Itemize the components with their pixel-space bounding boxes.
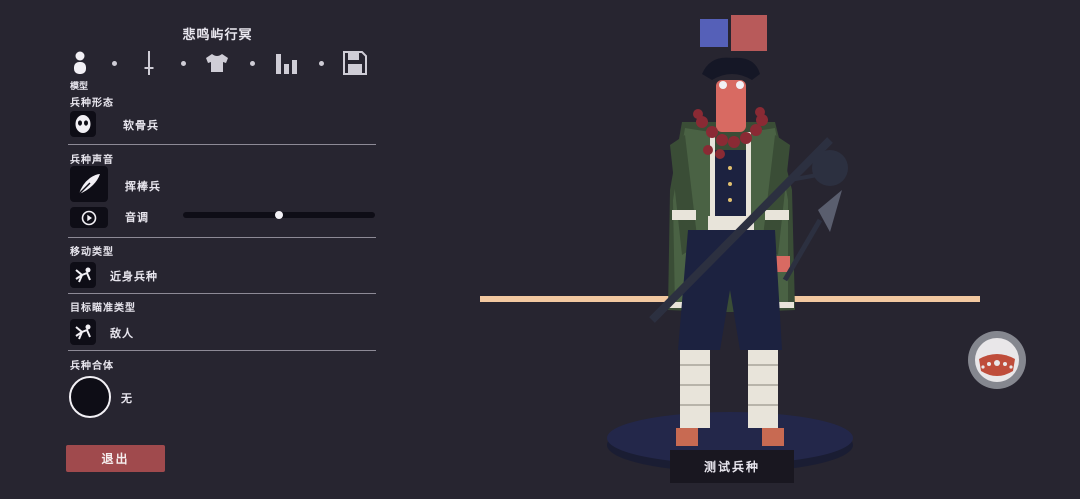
team-blue-swatch[interactable] [700, 19, 728, 47]
combine-value: 无 [121, 392, 133, 405]
unit-voice-value: 挥棒兵 [125, 180, 161, 193]
tab-separator [181, 61, 186, 66]
sword-icon[interactable] [137, 50, 161, 76]
section-title-unit-voice: 兵种声音 [70, 155, 114, 166]
person-icon[interactable] [68, 50, 92, 76]
shirt-icon[interactable] [205, 50, 229, 76]
save-icon[interactable] [343, 50, 367, 76]
target-enemy-icon[interactable] [70, 319, 96, 345]
tab-separator [319, 61, 324, 66]
mascot-icon [975, 338, 1019, 382]
section-divider [68, 144, 376, 145]
floating-assistant-badge[interactable] [968, 331, 1026, 389]
movement-value: 近身兵种 [110, 270, 158, 283]
combine-slot[interactable] [69, 376, 111, 418]
tab-label-model: 模型 [70, 82, 89, 92]
targeting-value: 敌人 [110, 327, 134, 340]
play-sound-button[interactable] [70, 207, 108, 228]
section-divider [68, 293, 376, 294]
section-title-combine: 兵种合体 [70, 361, 114, 372]
bar-chart-icon[interactable] [275, 50, 299, 76]
section-title-movement: 移动类型 [70, 247, 114, 258]
team-red-swatch[interactable] [731, 15, 767, 51]
section-divider [68, 237, 376, 238]
feather-icon[interactable] [70, 166, 108, 202]
unit-form-value: 软骨兵 [123, 119, 159, 132]
play-icon [81, 210, 97, 225]
unit-name: 悲鸣屿行冥 [182, 28, 253, 43]
exit-button[interactable]: 退出 [66, 445, 165, 472]
tab-separator [250, 61, 255, 66]
section-divider [68, 350, 376, 351]
pitch-slider-handle[interactable] [275, 211, 283, 219]
test-unit-button[interactable]: 测试兵种 [670, 450, 794, 483]
melee-movement-icon[interactable] [70, 262, 96, 288]
tab-separator [112, 61, 117, 66]
skull-mask-icon[interactable] [70, 111, 96, 137]
section-title-targeting: 目标瞄准类型 [70, 303, 136, 314]
section-title-unit-form: 兵种形态 [70, 98, 114, 109]
unit-preview-figure [480, 57, 980, 472]
pitch-label: 音调 [125, 211, 149, 224]
